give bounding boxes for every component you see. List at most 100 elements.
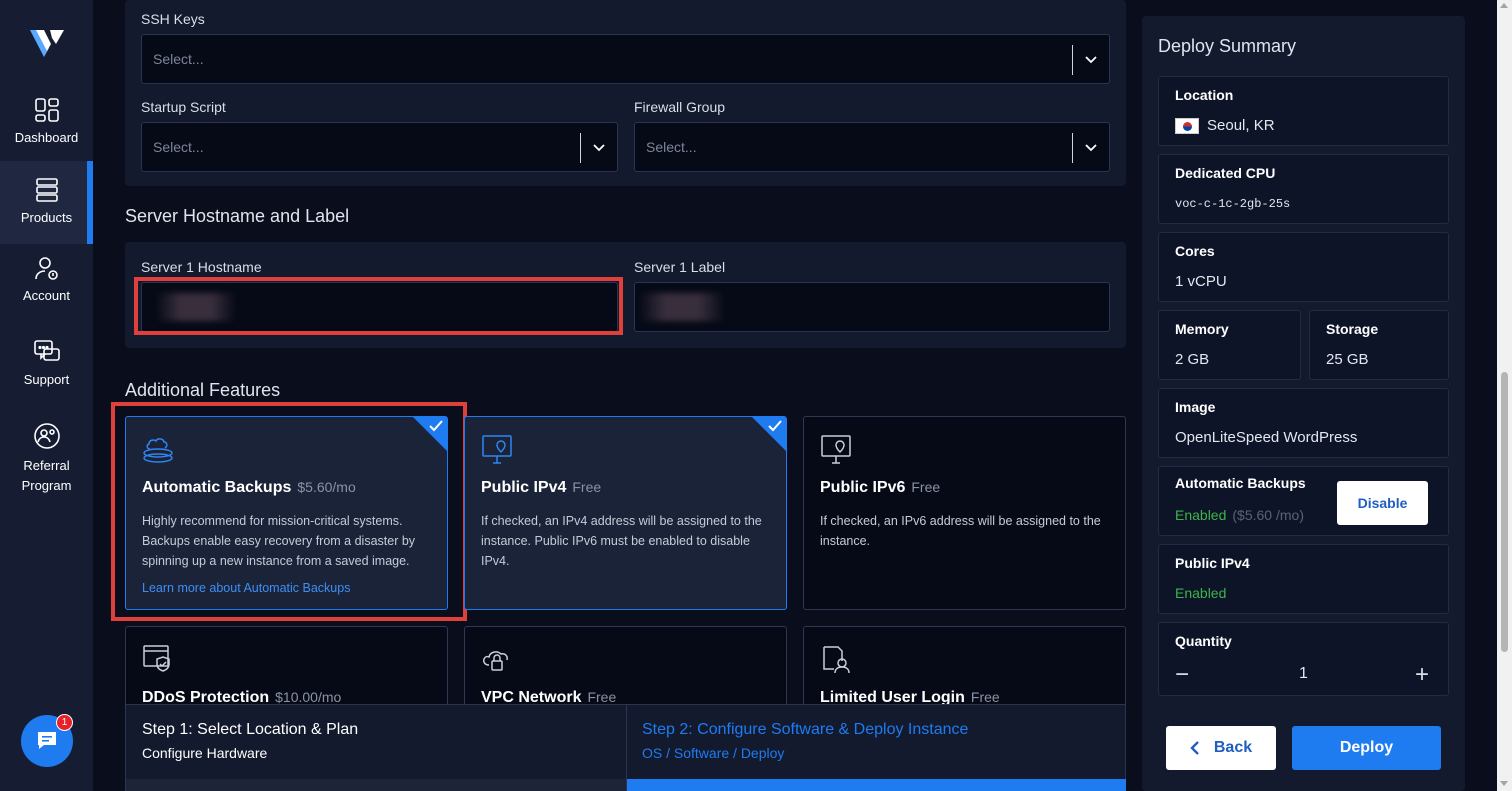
feature-price: Free	[970, 689, 1000, 705]
support-icon	[33, 340, 60, 361]
summary-value: 2 GB	[1175, 351, 1210, 368]
summary-automatic-backups: Automatic Backups Enabled ($5.60 /mo) Dis…	[1158, 466, 1449, 536]
step-1-progress	[126, 779, 626, 791]
highlight-box	[134, 277, 623, 335]
products-icon	[35, 178, 58, 202]
server-label-label: Server 1 Label	[634, 259, 726, 275]
steps-bar: Step 1: Select Location & Plan Configure…	[125, 704, 1126, 791]
ip-address-icon	[482, 435, 512, 464]
scrollbar-thumb[interactable]	[1501, 372, 1508, 652]
summary-location: Location Seoul, KR	[1158, 76, 1449, 146]
select-divider	[580, 133, 581, 163]
startup-script-label: Startup Script	[141, 99, 226, 115]
summary-key: Memory	[1175, 321, 1229, 337]
firewall-group-placeholder: Select...	[646, 139, 697, 155]
step-2[interactable]: Step 2: Configure Software & Deploy Inst…	[642, 721, 968, 761]
quantity-decrease-button[interactable]: −	[1175, 661, 1189, 689]
step-title: Step 2: Configure Software & Deploy Inst…	[642, 721, 969, 738]
ssh-keys-select[interactable]: Select...	[141, 34, 1110, 84]
deploy-button[interactable]: Deploy	[1292, 726, 1441, 770]
sidebar: Dashboard Products Account Support Refer…	[0, 0, 93, 791]
summary-quantity: Quantity − 1 +	[1158, 622, 1449, 696]
hostname-section-title: Server Hostname and Label	[125, 206, 350, 226]
summary-storage: Storage 25 GB	[1309, 310, 1449, 380]
feature-card-public-ipv4[interactable]: Public IPv4 Free If checked, an IPv4 addr…	[464, 416, 787, 610]
summary-dedicated-cpu: Dedicated CPU voc-c-1c-2gb-25s	[1158, 154, 1449, 224]
feature-price: Free	[587, 689, 617, 705]
checkmark-icon	[768, 420, 782, 432]
summary-value: Seoul, KR	[1175, 117, 1275, 135]
shield-icon	[143, 645, 170, 672]
dashboard-icon	[34, 98, 59, 122]
sidebar-item-support[interactable]: Support	[0, 338, 93, 387]
sidebar-item-referral[interactable]: Referral Program	[0, 422, 93, 496]
feature-title: Public IPv4 Free	[481, 479, 602, 496]
user-document-icon	[823, 646, 850, 674]
account-icon	[34, 257, 58, 280]
feature-card-vpc-network[interactable]: VPC Network Free	[464, 626, 787, 716]
sidebar-item-dashboard[interactable]: Dashboard	[0, 96, 93, 145]
quantity-increase-button[interactable]: +	[1415, 661, 1429, 689]
summary-key: Cores	[1175, 243, 1215, 259]
chevron-down-icon[interactable]	[591, 139, 607, 155]
summary-value: OpenLiteSpeed WordPress	[1175, 429, 1358, 446]
server-label-input[interactable]	[634, 282, 1110, 332]
firewall-group-label: Firewall Group	[634, 99, 726, 115]
sidebar-item-account[interactable]: Account	[0, 254, 93, 303]
vultr-logo[interactable]	[30, 28, 64, 58]
select-divider	[1072, 45, 1073, 75]
backups-price: ($5.60 /mo)	[1232, 507, 1304, 523]
ip-address-icon	[821, 435, 851, 464]
chevron-down-icon[interactable]	[1083, 139, 1099, 155]
summary-value: 25 GB	[1326, 351, 1369, 368]
feature-card-limited-user-login[interactable]: Limited User Login Free	[803, 626, 1126, 716]
quantity-value[interactable]: 1	[1299, 665, 1308, 683]
scroll-down-arrow-icon[interactable]	[1500, 781, 1508, 786]
summary-value: voc-c-1c-2gb-25s	[1175, 197, 1291, 211]
sidebar-item-label: Support	[23, 372, 70, 387]
step-1[interactable]: Step 1: Select Location & Plan Configure…	[142, 721, 358, 761]
summary-key: Image	[1175, 399, 1216, 415]
feature-description: If checked, an IPv6 address will be assi…	[820, 514, 1101, 548]
deploy-summary: Deploy Summary Location Seoul, KR Dedica…	[1142, 16, 1465, 791]
summary-value: Enabled ($5.60 /mo)	[1175, 507, 1304, 523]
summary-key: Public IPv4	[1175, 555, 1250, 571]
sidebar-item-label: Referral Program	[21, 458, 72, 493]
select-divider	[1072, 133, 1073, 163]
referral-icon	[33, 423, 60, 449]
redacted-value	[639, 293, 725, 321]
summary-memory: Memory 2 GB	[1158, 310, 1301, 380]
chevron-down-icon[interactable]	[1083, 51, 1099, 67]
feature-title: Public IPv6 Free	[820, 479, 941, 496]
step-title: Step 1: Select Location & Plan	[142, 721, 359, 738]
sidebar-item-products[interactable]: Products	[0, 161, 93, 244]
korea-flag-icon	[1175, 118, 1199, 135]
cloud-lock-icon	[483, 651, 508, 671]
summary-value: Enabled	[1175, 585, 1227, 601]
hostname-label: Server 1 Hostname	[141, 259, 262, 275]
scroll-up-arrow-icon[interactable]	[1500, 3, 1508, 8]
startup-script-placeholder: Select...	[153, 139, 204, 155]
summary-title: Deploy Summary	[1158, 36, 1297, 56]
summary-public-ipv4: Public IPv4 Enabled	[1158, 544, 1449, 614]
feature-price: $10.00/mo	[275, 689, 342, 705]
back-button[interactable]: Back	[1166, 726, 1276, 770]
feature-price: Free	[572, 479, 602, 495]
summary-key: Automatic Backups	[1175, 475, 1306, 491]
back-label: Back	[1213, 739, 1253, 756]
feature-price: Free	[911, 479, 941, 495]
summary-key: Storage	[1326, 321, 1379, 337]
feature-description: If checked, an IPv4 address will be assi…	[481, 514, 762, 568]
summary-value: 1 vCPU	[1175, 273, 1227, 290]
summary-cores: Cores 1 vCPU	[1158, 232, 1449, 302]
firewall-group-select[interactable]: Select...	[634, 122, 1110, 172]
feature-card-ddos-protection[interactable]: DDoS Protection $10.00/mo	[125, 626, 448, 716]
step-subtitle: Configure Hardware	[142, 745, 268, 761]
startup-script-select[interactable]: Select...	[141, 122, 618, 172]
disable-backups-button[interactable]: Disable	[1337, 481, 1428, 525]
summary-key: Quantity	[1175, 633, 1232, 649]
feature-card-public-ipv6[interactable]: Public IPv6 Free If checked, an IPv6 addr…	[803, 416, 1126, 610]
notification-badge: 1	[56, 714, 73, 731]
sidebar-item-label: Account	[23, 288, 70, 303]
sidebar-item-label: Products	[20, 210, 73, 225]
